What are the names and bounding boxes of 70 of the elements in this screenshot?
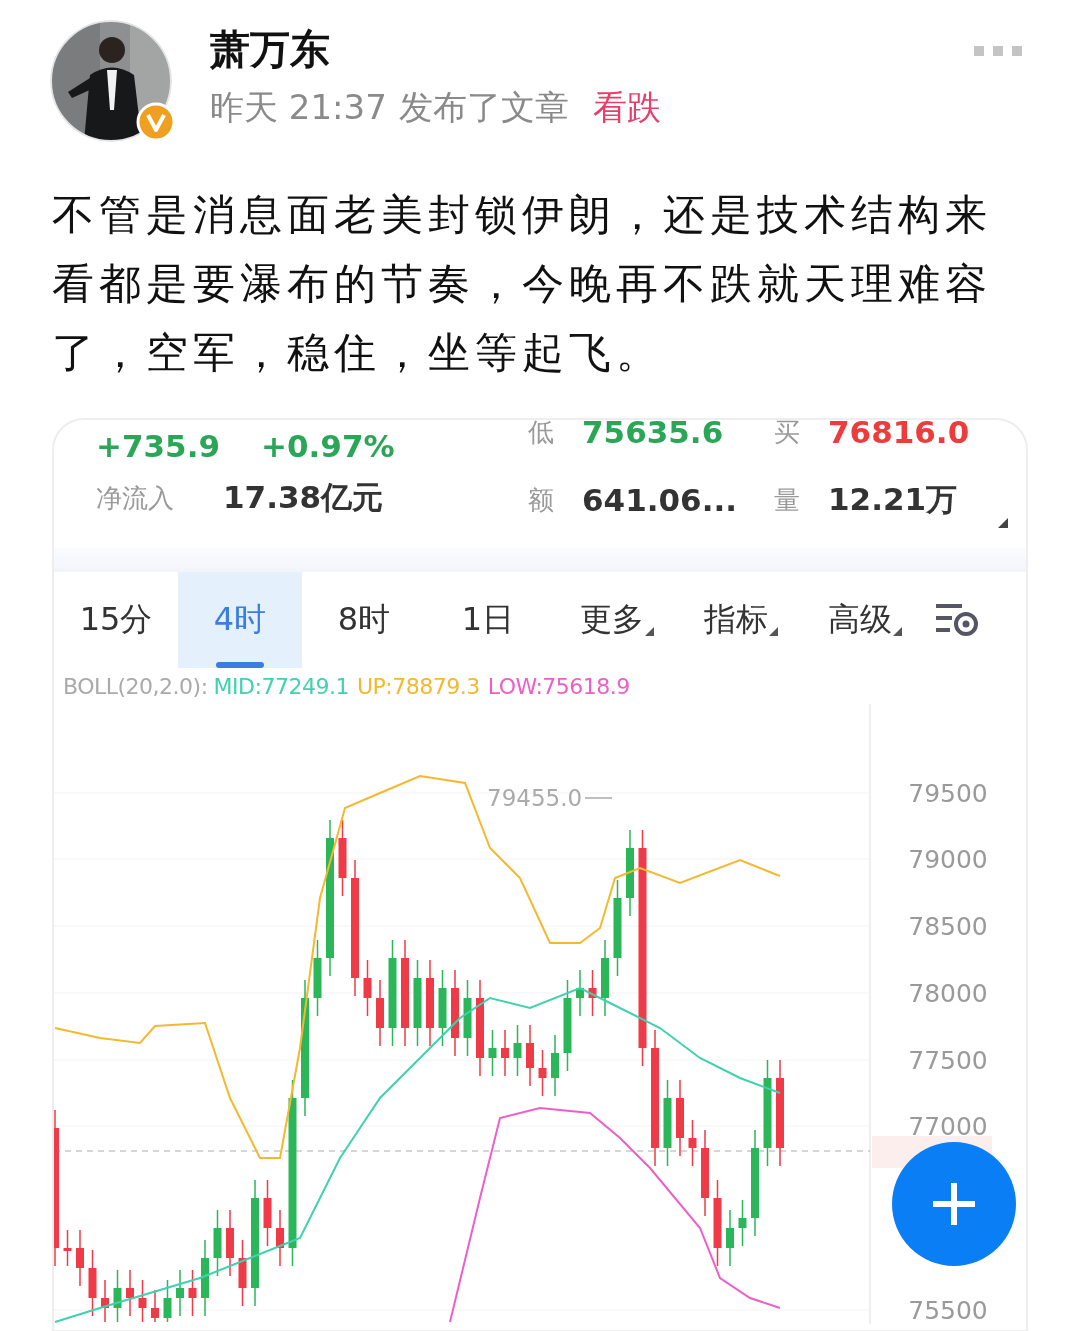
high-price-label: 79455.0 [487,785,583,811]
candle [151,1289,159,1323]
quote-label: 买 [774,420,801,449]
price-axis-label: 77000 [908,1112,988,1141]
price-change: +735.9 [96,428,222,464]
period-tab[interactable]: 8时 [302,572,426,668]
indicator-value: UP:78879.3 [356,674,480,701]
dropdown-icon [645,627,654,636]
candle [688,1119,697,1167]
price-axis-label: 79500 [908,779,988,808]
candle [213,1209,222,1277]
quote-label: 额 [528,483,555,517]
quote-label: 量 [774,483,801,517]
dropdown-icon [893,627,902,636]
quote-value: 75635.6 [582,420,725,450]
candle [138,1279,147,1323]
period-tab[interactable]: 高级 [798,572,922,668]
candle [113,1269,122,1323]
indicator-value: MID:77249.1 [213,674,349,701]
author-name[interactable]: 萧万东 [210,25,974,73]
post-body: 不管是消息面老美封锁伊朗，还是技术结构来看都是要瀑布的节奏，今晚再不跌就天理难容了，空军，稳住，坐等起飞。 [52,189,993,379]
candle [163,1279,172,1323]
price-axis-label: 77500 [908,1046,988,1075]
expand-icon[interactable] [998,518,1008,528]
indicator-name: BOLL(20,2.0): [63,674,208,701]
candle [588,969,597,1017]
candle [63,1229,72,1267]
net-inflow-value: 17.38亿元 [223,478,384,517]
candle [538,1049,547,1097]
candle [126,1269,134,1317]
candle [188,1269,197,1317]
candle [488,1029,497,1077]
candle [513,1024,522,1077]
candle [576,969,584,1017]
price-axis-label: 78000 [908,979,988,1008]
period-tab[interactable]: 15分 [54,572,178,668]
candle [501,1029,509,1077]
percent-change: +0.97% [261,428,395,464]
period-tab[interactable]: 更多 [550,572,674,668]
candle [101,1279,109,1323]
candle [363,959,372,1017]
quote-value: 12.21万 [828,480,959,519]
post-action: 发布了文章 [398,86,569,129]
candle [76,1229,84,1287]
quote-value: 76816.0 [828,420,970,450]
candle [376,979,384,1047]
candle [263,1179,272,1247]
period-tab[interactable]: 指标 [674,572,798,668]
price-axis-label: 78500 [908,912,988,941]
candle [526,1024,534,1087]
dropdown-icon [769,627,778,636]
net-inflow-label: 净流入 [96,481,175,515]
indicator-value: LOW:75618.9 [487,674,630,701]
post-time: 昨天 21:37 [210,86,387,129]
candle [238,1239,247,1307]
candle [726,1209,734,1267]
price-axis-label: 79000 [908,845,988,874]
leader-line [584,797,613,799]
plus-icon [933,1183,975,1225]
candle [738,1199,747,1247]
candle [176,1269,184,1317]
period-tab[interactable]: 1日 [426,572,550,668]
candle [226,1209,234,1277]
sentiment-tag: 看跌 [592,85,661,129]
quote-value: 641.06... [582,482,738,518]
candle [551,1034,559,1097]
candle [276,1209,284,1267]
quote-label: 低 [528,420,555,449]
price-axis-label: 75500 [908,1296,988,1324]
candle [88,1249,97,1317]
